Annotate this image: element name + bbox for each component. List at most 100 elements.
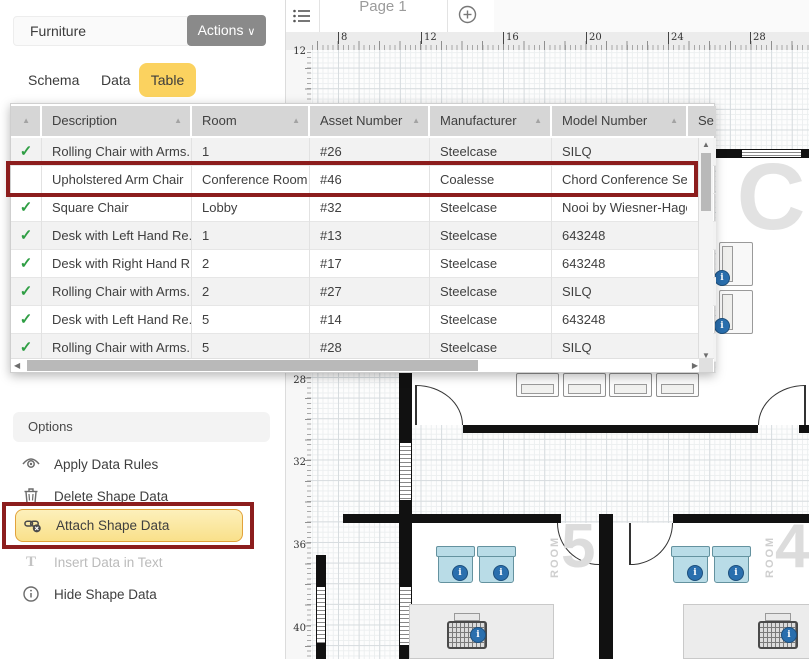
page-list-icon[interactable]	[293, 8, 311, 29]
table-row[interactable]: ✓ Rolling Chair with Arms... 2 #27 Steel…	[11, 278, 716, 306]
column-header-model-number[interactable]: Model Number ▲	[552, 106, 686, 136]
dataset-name-field[interactable]: Furniture	[13, 16, 190, 46]
tab-schema[interactable]: Schema	[28, 63, 79, 97]
column-header-check[interactable]: ▲	[11, 106, 40, 136]
wall[interactable]	[316, 555, 326, 587]
info-badge-icon[interactable]: i	[493, 565, 509, 581]
scrollbar-thumb[interactable]	[27, 360, 478, 371]
actions-button-label: Actions	[198, 22, 244, 38]
chair-shape-linked[interactable]: i	[714, 547, 749, 583]
menu-item-label: Hide Shape Data	[54, 587, 157, 602]
menu-item-attach-shape-data[interactable]: Attach Shape Data	[15, 509, 243, 542]
cell-manufacturer: Steelcase	[429, 222, 551, 250]
sort-icon[interactable]: ▲	[22, 106, 30, 136]
wall[interactable]	[799, 425, 809, 433]
column-header-asset-number[interactable]: Asset Number▲	[310, 106, 428, 136]
table-row[interactable]: ✓ Rolling Chair with Arms... 1 #26 Steel…	[11, 138, 716, 166]
chair-shape-linked[interactable]: i	[438, 547, 473, 583]
info-badge-icon[interactable]: i	[714, 270, 730, 286]
menu-item-apply-data-rules[interactable]: Apply Data Rules	[14, 452, 266, 476]
table-row[interactable]: ✓ Desk with Right Hand R... 2 #17 Steelc…	[11, 250, 716, 278]
column-header-description[interactable]: Description ▲	[42, 106, 190, 136]
column-header-room[interactable]: Room ▲	[192, 106, 308, 136]
info-badge-icon[interactable]: i	[452, 565, 468, 581]
chair-shape[interactable]	[563, 373, 606, 397]
door-leaf[interactable]	[629, 523, 631, 565]
vertical-scrollbar[interactable]: ▲ ▼	[698, 138, 713, 362]
info-badge-icon[interactable]: i	[781, 627, 797, 643]
tab-bar-filler	[494, 0, 809, 32]
sort-icon[interactable]: ▲	[292, 106, 300, 136]
room-c-label[interactable]: C	[731, 150, 809, 245]
cell-description: Desk with Right Hand R...	[41, 250, 191, 278]
info-badge-icon[interactable]: i	[687, 565, 703, 581]
table-row[interactable]: ✓ Desk with Left Hand Re... 1 #13 Steelc…	[11, 222, 716, 250]
scroll-up-icon[interactable]: ▲	[702, 140, 710, 149]
info-badge-icon[interactable]: i	[714, 318, 730, 334]
chair-shape[interactable]	[516, 373, 559, 397]
cell-description: Upholstered Arm Chair	[41, 166, 191, 194]
table-row[interactable]: ✓ Desk with Left Hand Re... 5 #14 Steelc…	[11, 306, 716, 334]
info-badge-icon[interactable]: i	[728, 565, 744, 581]
door-leaf[interactable]	[804, 385, 806, 425]
page-tab[interactable]: Page 1	[319, 0, 447, 15]
scroll-left-icon[interactable]: ◀	[14, 361, 20, 370]
chair-shape-linked[interactable]: i	[479, 547, 514, 583]
window[interactable]	[316, 587, 326, 643]
tab-data[interactable]: Data	[101, 63, 131, 97]
info-badge-icon[interactable]: i	[470, 627, 486, 643]
wall[interactable]	[316, 643, 326, 659]
cell-description: Square Chair	[41, 194, 191, 222]
sort-icon[interactable]: ▲	[174, 106, 182, 136]
table-row[interactable]: ✓ Square Chair Lobby #32 Steelcase Nooi …	[11, 194, 716, 222]
scrollbar-thumb[interactable]	[701, 153, 711, 211]
wall[interactable]	[463, 425, 758, 433]
wall[interactable]	[599, 514, 613, 659]
chair-shape[interactable]	[609, 373, 652, 397]
ruler-number: 24	[668, 32, 684, 44]
options-section-title: Options	[13, 412, 270, 442]
table-header-row: ▲ Description ▲ Room ▲ Asset Number▲ Manuf…	[11, 104, 714, 138]
data-table-popover: ▲ Description ▲ Room ▲ Asset Number▲ Manuf…	[10, 103, 715, 373]
menu-item-delete-shape-data[interactable]: Delete Shape Data	[14, 484, 266, 508]
desk-shape[interactable]: i	[409, 604, 554, 659]
column-header-manufacturer[interactable]: Manufacturer ▲	[430, 106, 550, 136]
cell-manufacturer: Steelcase	[429, 194, 551, 222]
table-row-highlighted[interactable]: Upholstered Arm Chair Conference Room #4…	[11, 166, 716, 194]
check-icon: ✓	[11, 194, 41, 222]
desk-shape[interactable]: i	[683, 604, 809, 659]
sort-icon[interactable]: ▲	[670, 106, 678, 136]
column-header-label: Description	[52, 113, 117, 128]
add-page-icon[interactable]	[458, 5, 477, 29]
sort-icon[interactable]: ▲	[412, 106, 420, 136]
cell-model-number: 643248	[551, 222, 687, 250]
column-header-label: Manufacturer	[440, 113, 517, 128]
chair-shape[interactable]	[656, 373, 699, 397]
wall[interactable]	[343, 514, 561, 523]
column-header-label: Room	[202, 113, 237, 128]
cell-room: 2	[191, 278, 309, 306]
tab-table[interactable]: Table	[139, 63, 196, 97]
desk-tray	[454, 613, 480, 621]
chair-shape-linked[interactable]: i	[673, 547, 708, 583]
sort-icon[interactable]: ▲	[534, 106, 542, 136]
diagram-app-window: Page 1 8 12 16 20 24 28 12 28 32 36 40	[0, 0, 809, 659]
attach-link-icon	[24, 517, 42, 535]
actions-button[interactable]: Actions ∨	[187, 15, 266, 46]
horizontal-scrollbar[interactable]: ◀ ▶	[11, 358, 714, 372]
column-header-serial[interactable]: Se	[688, 106, 716, 136]
cell-description: Rolling Chair with Arms...	[41, 278, 191, 306]
menu-item-label: Attach Shape Data	[56, 518, 169, 533]
scroll-right-icon[interactable]: ▶	[692, 361, 698, 370]
window[interactable]	[399, 443, 412, 500]
room-4-number[interactable]: 4	[775, 516, 809, 578]
ruler-number: 12	[286, 46, 306, 58]
column-header-label: Model Number	[562, 113, 647, 128]
cell-manufacturer: Steelcase	[429, 138, 551, 166]
room-5-word[interactable]: ROOM	[549, 530, 561, 578]
ruler-number: 20	[586, 32, 602, 44]
cell-room: 1	[191, 222, 309, 250]
door-leaf[interactable]	[415, 385, 417, 425]
menu-item-hide-shape-data[interactable]: Hide Shape Data	[14, 582, 266, 606]
room-5-number[interactable]: 5	[561, 516, 595, 578]
